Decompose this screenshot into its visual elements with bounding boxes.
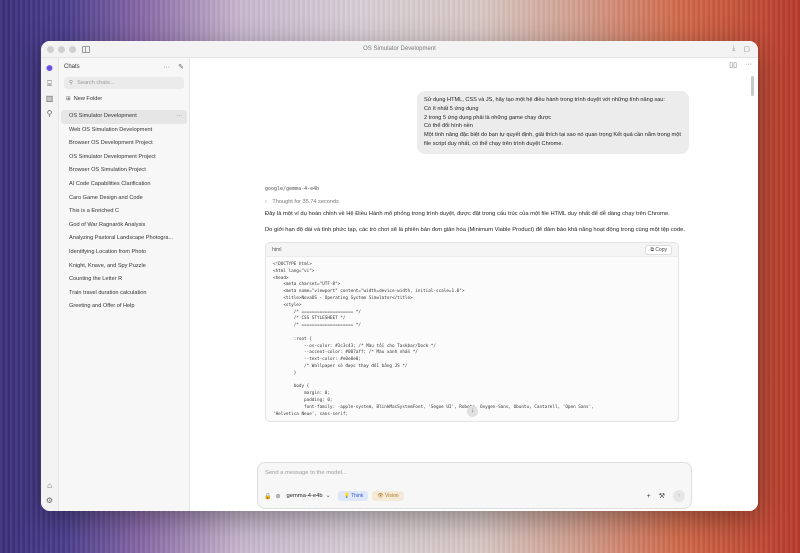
thought-label: Thought for 35.74 seconds xyxy=(272,199,339,205)
send-button[interactable]: ↑ xyxy=(673,490,685,502)
search-chats-input[interactable]: ⚲ Search chats... xyxy=(64,77,184,89)
library-icon[interactable]: ▥ xyxy=(45,94,54,103)
new-folder-button[interactable]: ⊞ New Folder xyxy=(59,91,189,107)
model-name-label: google/gemma-4-e4b xyxy=(265,186,320,192)
split-view-icon[interactable]: ▯▯ xyxy=(729,61,737,69)
vision-toggle[interactable]: 👁 Vision xyxy=(372,491,404,501)
add-attachment-icon[interactable]: + xyxy=(647,493,651,500)
app-window: OS Simulator Development ⤓ ▢ ✺ ⌸ ▥ ⚲ ⌂ ⚙… xyxy=(41,41,758,511)
terminal-icon[interactable]: ⌸ xyxy=(45,79,54,88)
lock-icon[interactable]: 🔒 xyxy=(264,493,271,500)
user-message-line: Có thể đổi hình nền xyxy=(424,123,473,130)
icon-rail: ✺ ⌸ ▥ ⚲ ⌂ ⚙ xyxy=(41,58,59,511)
message-input[interactable]: Send a message to the model... xyxy=(265,470,347,476)
code-block: html ⧉ Copy <!DOCTYPE html> <html lang="… xyxy=(265,242,679,422)
window-title: OS Simulator Development xyxy=(363,46,436,52)
chat-item[interactable]: God of War Ragnarök Analysis xyxy=(59,219,189,233)
chevron-right-icon: › xyxy=(265,199,267,205)
chat-item-os-simulator-development[interactable]: OS Simulator Development ··· xyxy=(61,110,187,124)
think-toggle[interactable]: 💡 Think xyxy=(338,491,369,501)
scrollbar[interactable] xyxy=(751,76,754,96)
think-label: Think xyxy=(351,493,364,499)
chat-item[interactable]: AI Code Capabilities Clarification xyxy=(59,178,189,192)
model-settings-icon[interactable]: ⊛ xyxy=(275,493,280,500)
tools-icon[interactable]: ⚒ xyxy=(659,492,665,500)
vision-label: Vision xyxy=(384,493,399,499)
chat-item[interactable]: Caro Game Design and Code xyxy=(59,192,189,206)
chat-menu-icon[interactable]: ··· xyxy=(745,61,752,69)
model-selector[interactable]: gemma-4-e4b ⌄ xyxy=(287,493,331,499)
chat-main: ▯▯ ··· Sử dụng HTML, CSS và JS, hãy tạo … xyxy=(190,58,758,511)
folder-plus-icon: ⊞ xyxy=(66,96,71,102)
chat-options-icon[interactable]: ··· xyxy=(176,110,182,124)
chevron-down-icon: ⌄ xyxy=(325,493,331,499)
chat-item[interactable]: Knight, Knave, and Spy Puzzle xyxy=(59,260,189,274)
search-icon: ⚲ xyxy=(69,80,74,86)
user-message-line: 2 trong 5 ứng dụng phải là những game ch… xyxy=(424,114,552,121)
developer-icon[interactable]: ⌂ xyxy=(45,481,54,490)
chat-list: OS Simulator Development ··· Web OS Simu… xyxy=(59,110,189,314)
search-placeholder: Search chats... xyxy=(77,80,115,86)
chats-heading: Chats xyxy=(64,64,80,70)
response-paragraph: Đây là một ví dụ hoàn chỉnh về Hệ Điều H… xyxy=(265,211,670,217)
settings-gear-icon[interactable]: ⚙ xyxy=(45,496,54,505)
title-bar: OS Simulator Development ⤓ ▢ xyxy=(41,41,758,58)
chat-item[interactable]: Analyzing Pastoral Landscape Photogra... xyxy=(59,232,189,246)
chat-item[interactable]: Web OS Simulation Development xyxy=(59,124,189,138)
chat-item[interactable]: OS Simulator Development Project xyxy=(59,151,189,165)
download-icon[interactable]: ⤓ xyxy=(732,45,735,53)
user-message: Sử dụng HTML, CSS và JS, hãy tạo một hệ … xyxy=(417,91,689,154)
window-layout-icon[interactable]: ▢ xyxy=(743,45,750,53)
model-selector-label: gemma-4-e4b xyxy=(286,493,323,499)
assistant-message: google/gemma-4-e4b › Thought for 35.74 s… xyxy=(265,186,685,422)
message-composer: Send a message to the model... 🔒 ⊛ gemma… xyxy=(257,462,692,509)
chats-sidebar: Chats ··· ✎ ⚲ Search chats... ⊞ New Fold… xyxy=(59,58,190,511)
chat-item[interactable]: Train travel duration calculation xyxy=(59,287,189,301)
minimize-window-button[interactable] xyxy=(58,45,65,53)
code-language: html xyxy=(272,246,282,253)
code-content: <!DOCTYPE html> <html lang="vi"> <head> … xyxy=(273,262,594,417)
maximize-window-button[interactable] xyxy=(69,45,76,53)
more-options-icon[interactable]: ··· xyxy=(163,64,170,71)
user-message-line: Sử dụng HTML, CSS và JS, hãy tạo một hệ … xyxy=(424,97,665,103)
copy-button[interactable]: ⧉ Copy xyxy=(645,244,672,255)
close-window-button[interactable] xyxy=(47,45,54,53)
window-controls xyxy=(47,45,76,53)
chat-item[interactable]: Counting the Letter R xyxy=(59,273,189,287)
sidebar-toggle-icon[interactable] xyxy=(82,45,90,53)
chat-item[interactable]: Identifying Location from Photo xyxy=(59,246,189,260)
response-paragraph: Do giới hạn độ dài và tính phức tạp, các… xyxy=(265,227,685,233)
user-message-line: Một tính năng đặc biệt do bạn tự quyết đ… xyxy=(424,132,681,147)
chat-item[interactable]: Greeting and Offer of Help xyxy=(59,300,189,314)
new-chat-icon[interactable]: ✎ xyxy=(178,63,184,71)
new-folder-label: New Folder xyxy=(73,96,103,102)
chat-item[interactable]: This is a Enriched C xyxy=(59,205,189,219)
scroll-down-icon[interactable]: ↓ xyxy=(467,406,478,417)
chat-item[interactable]: Browser OS Development Project xyxy=(59,137,189,151)
thought-toggle[interactable]: › Thought for 35.74 seconds xyxy=(265,199,685,205)
search-models-icon[interactable]: ⚲ xyxy=(45,109,54,118)
app-logo-icon: ✺ xyxy=(46,64,53,73)
copy-label: Copy xyxy=(655,246,667,253)
user-message-line: Có ít nhất 5 ứng dụng xyxy=(424,105,479,112)
chat-item[interactable]: Browser OS Simulation Project xyxy=(59,164,189,178)
